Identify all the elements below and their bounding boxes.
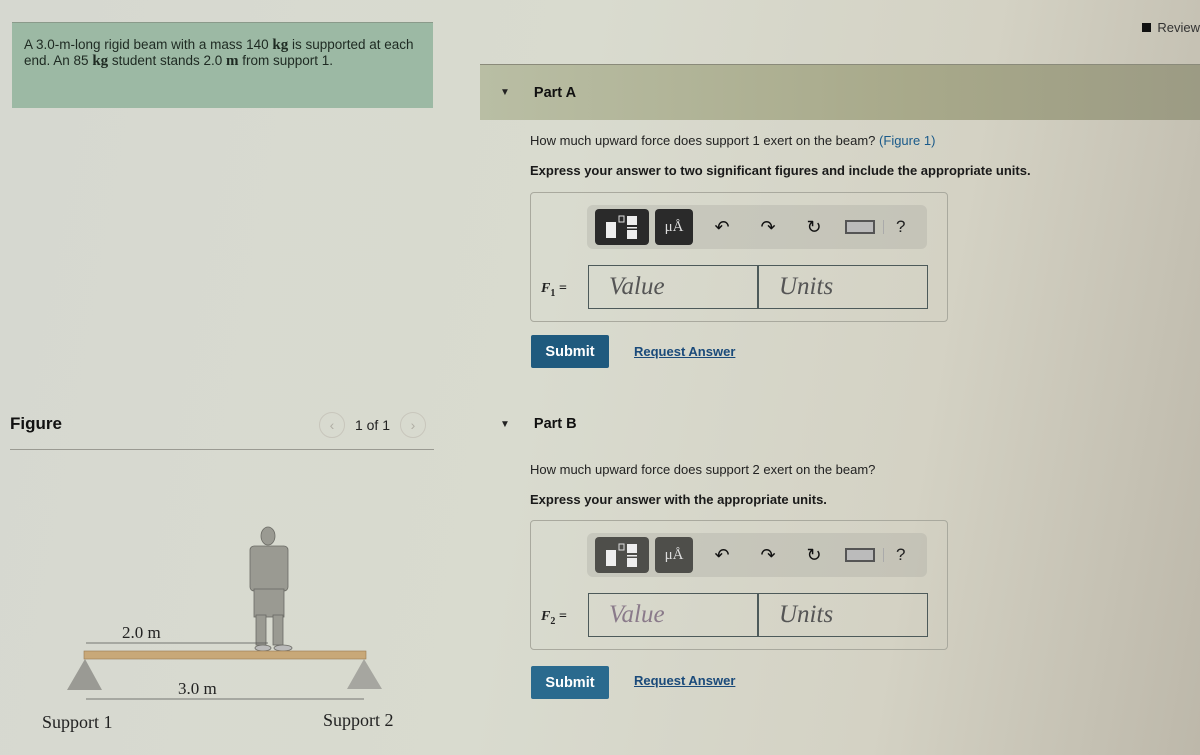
help-button[interactable]: ? [896,545,905,565]
label-2m: 2.0 m [122,623,161,642]
value-input[interactable]: Value [588,265,758,309]
redo-icon[interactable]: ↷ [745,545,791,566]
student-figure [249,526,293,652]
undo-icon[interactable]: ↶ [699,217,745,238]
unit-symbol: kg [92,53,109,69]
templates-icon [606,543,637,567]
part-a-title: Part A [533,84,577,101]
unit-symbol: m [226,53,239,69]
math-toolbar: μÅ ↶ ↷ ↻ ? [587,205,927,249]
support-2-triangle [347,659,382,689]
part-b-answer-box: μÅ ↶ ↷ ↻ ? F2 = Value Units [530,520,948,650]
templates-button[interactable] [595,209,649,245]
part-a-question: How much upward force does support 1 exe… [530,133,935,148]
problem-text: A 3.0-m-long rigid beam with a mass 140 [24,37,273,52]
part-a-question-text: How much upward force does support 1 exe… [530,133,876,148]
submit-button[interactable]: Submit [531,666,609,699]
keyboard-icon[interactable] [845,548,875,562]
review-label: Review [1157,20,1200,35]
figure-pager: ‹ 1 of 1 › [318,412,426,438]
problem-text: from support 1. [238,53,334,68]
part-b-header[interactable]: ▼ Part B [480,396,1200,452]
label-support-2: Support 2 [323,710,394,730]
figure-header: Figure ‹ 1 of 1 › [10,410,434,450]
review-icon [1142,23,1152,32]
part-b-question: How much upward force does support 2 exe… [530,462,876,477]
reset-icon[interactable]: ↻ [791,545,837,566]
figure-link[interactable]: (Figure 1) [879,133,935,148]
toolbar-divider [883,220,884,234]
templates-button[interactable] [595,537,649,573]
part-b-title: Part B [533,416,577,432]
units-input[interactable]: Units [758,265,928,309]
problem-text: student stands 2.0 [108,53,226,68]
redo-icon[interactable]: ↷ [745,217,791,238]
submit-button[interactable]: Submit [531,335,609,368]
collapse-caret-icon: ▼ [500,87,510,98]
f2-label: F2 = [541,609,567,627]
label-3m: 3.0 m [178,679,217,698]
part-b-instruction: Express your answer with the appropriate… [530,492,827,507]
units-input[interactable]: Units [758,593,928,637]
chevron-right-icon: › [410,417,416,433]
beam [83,650,367,660]
review-link[interactable]: Review [1142,20,1200,35]
units-button[interactable]: μÅ [655,537,693,573]
unit-symbol: kg [272,37,289,53]
figure-title: Figure [10,414,62,433]
figure-counter: 1 of 1 [354,417,390,433]
undo-icon[interactable]: ↶ [699,545,745,566]
reset-icon[interactable]: ↻ [791,217,837,238]
support-1-triangle [67,659,102,690]
beam-diagram: 2.0 m 3.0 m Support 1 Support 2 [42,526,394,732]
units-button[interactable]: μÅ [655,209,693,245]
keyboard-icon[interactable] [845,220,875,234]
math-toolbar: μÅ ↶ ↷ ↻ ? [587,533,927,577]
f1-label: F1 = [541,281,567,299]
part-a-header[interactable]: ▼ Part A [480,64,1200,120]
help-button[interactable]: ? [896,217,905,237]
templates-icon [606,215,637,239]
prev-figure-button[interactable]: ‹ [318,412,345,438]
value-input[interactable]: Value [588,593,758,637]
chevron-left-icon: ‹ [329,417,335,433]
request-answer-link[interactable]: Request Answer [634,344,735,359]
next-figure-button[interactable]: › [400,412,426,438]
part-a-instruction: Express your answer to two significant f… [530,163,1031,178]
request-answer-link[interactable]: Request Answer [634,673,735,688]
collapse-caret-icon: ▼ [500,418,510,430]
label-support-1: Support 1 [42,712,113,732]
part-a-answer-box: μÅ ↶ ↷ ↻ ? F1 = Value Units [530,192,948,322]
problem-statement: A 3.0-m-long rigid beam with a mass 140 … [12,22,433,108]
toolbar-divider [883,548,884,562]
